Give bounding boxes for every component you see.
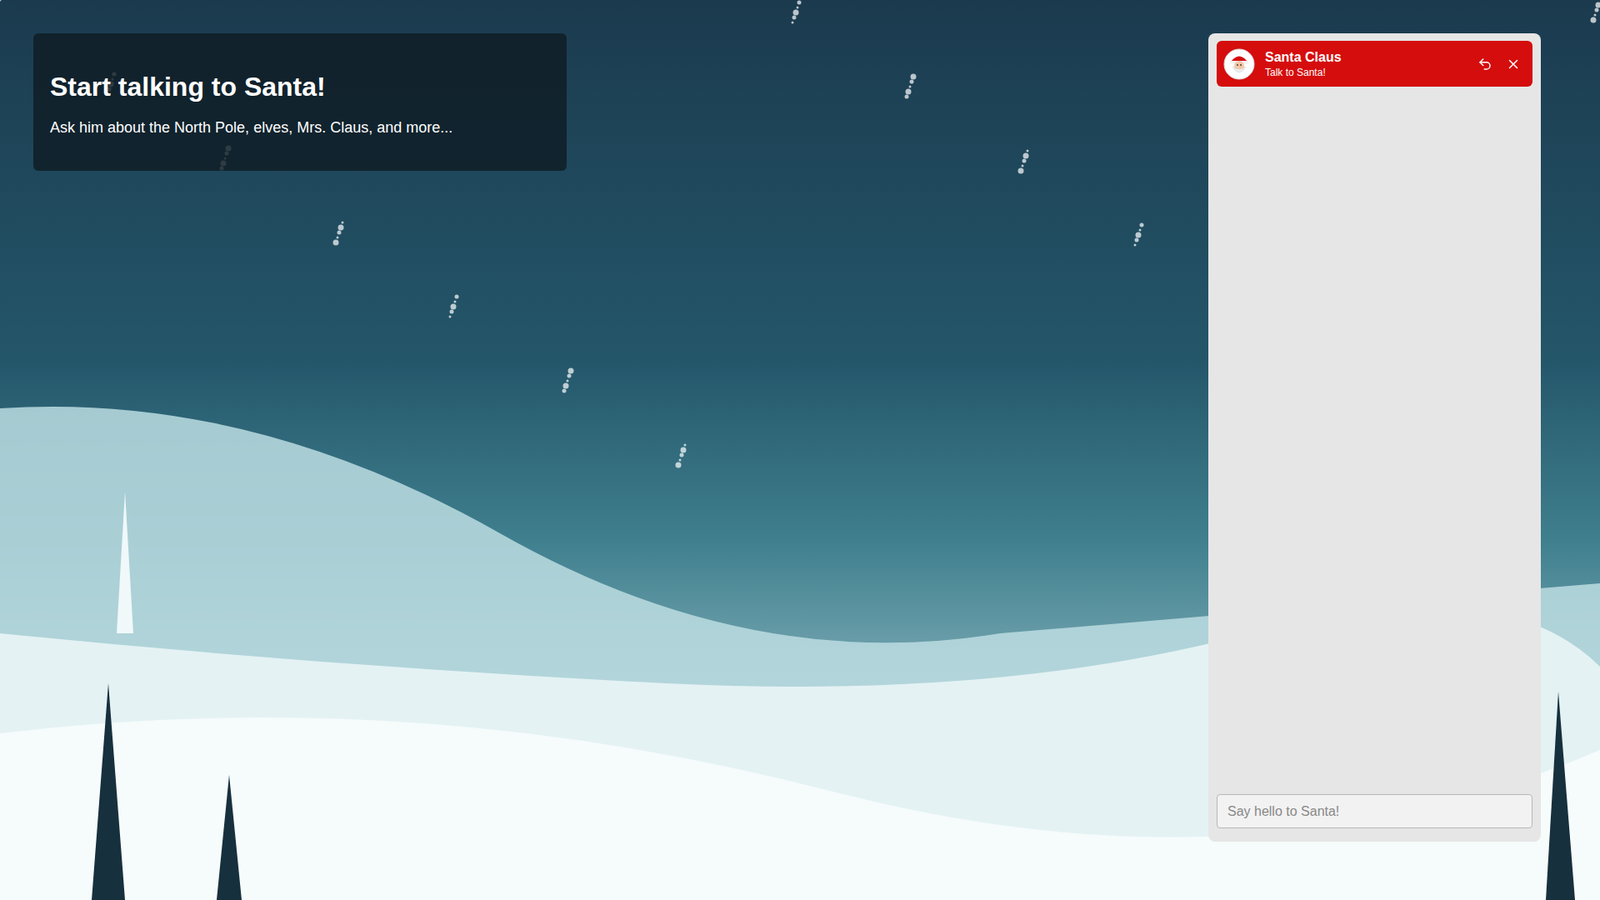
reset-button[interactable] <box>1475 55 1495 74</box>
close-icon <box>1505 56 1521 72</box>
chat-status: Talk to Santa! <box>1265 66 1466 79</box>
intro-card: Start talking to Santa! Ask him about the… <box>33 33 567 171</box>
intro-title: Start talking to Santa! <box>50 71 550 103</box>
close-button[interactable] <box>1504 55 1523 74</box>
page: Start talking to Santa! Ask him about the… <box>0 0 1600 900</box>
message-list <box>1216 93 1533 788</box>
chat-header-text: Santa ClausTalk to Santa! <box>1265 50 1466 79</box>
santa-avatar-icon <box>1223 48 1255 80</box>
undo-icon <box>1477 56 1493 72</box>
chat-header: Santa ClausTalk to Santa! <box>1216 40 1533 87</box>
chat-input[interactable] <box>1216 794 1533 829</box>
chat-name: Santa Claus <box>1265 50 1466 65</box>
chat-panel: Santa ClausTalk to Santa! <box>1208 33 1541 842</box>
intro-subtitle: Ask him about the North Pole, elves, Mrs… <box>50 119 550 137</box>
